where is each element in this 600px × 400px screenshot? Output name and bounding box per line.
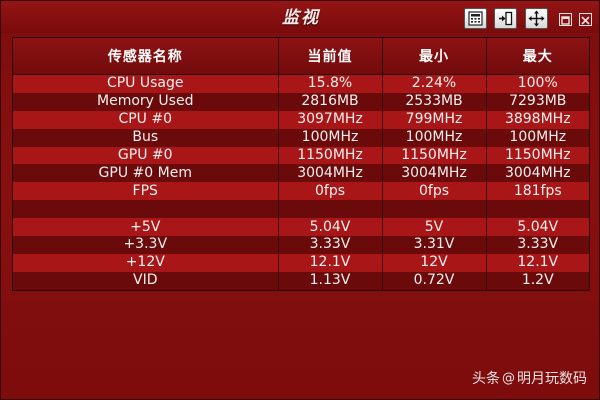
max-value-cell: 1.2V [486,271,589,290]
table-row[interactable]: GPU #0 1150MHz 1150MHz 1150MHz [13,146,589,165]
current-value-cell: 100MHz [278,128,383,147]
move-button[interactable] [525,8,548,29]
table-row[interactable]: GPU #0 Mem 3004MHz 3004MHz 3004MHz [13,164,589,183]
table-row-spacer [13,200,589,219]
table-row[interactable]: FPS 0fps 0fps 181fps [13,182,589,201]
current-value-cell: 5.04V [278,218,383,237]
table-row[interactable]: Bus 100MHz 100MHz 100MHz [13,128,589,147]
min-value-cell: 3.31V [382,236,487,254]
max-value-cell: 12.1V [486,253,589,272]
restore-icon [561,10,570,29]
header-sensor-name[interactable]: 传感器名称 [13,38,279,75]
header-current-value[interactable]: 当前值 [278,38,383,75]
sensor-name-cell: CPU #0 [13,110,279,129]
table-row[interactable]: CPU Usage 15.8% 2.24% 100% [13,74,589,93]
current-value-cell: 3004MHz [278,164,383,183]
min-value-cell: 12V [382,253,487,272]
current-value-cell: 0fps [278,182,383,201]
calculator-button[interactable] [464,8,487,29]
max-value-cell: 3.33V [486,236,589,254]
table-row[interactable]: Memory Used 2816MB 2533MB 7293MB [13,92,589,111]
title-bar[interactable]: 监视 [1,1,599,33]
move-icon [528,10,545,27]
monitor-window: 监视 传感器名称 当前值 最小 最大 CPU Usage 15.8% 2.24%… [0,0,600,400]
max-value-cell: 100MHz [486,128,589,147]
panel-expand-icon [498,11,513,26]
min-value-cell: 799MHz [382,110,487,129]
restore-button[interactable] [559,13,572,26]
table-row[interactable]: +3.3V 3.33V 3.31V 3.33V [13,236,589,254]
panel-expand-button[interactable] [494,8,517,29]
max-value-cell: 7293MB [486,92,589,111]
max-value-cell: 181fps [486,182,589,201]
sensor-name-cell: Memory Used [13,92,279,111]
table-header-row: 传感器名称 当前值 最小 最大 [13,38,589,75]
watermark: 头条 @ 明月玩数码 [472,368,587,388]
watermark-account: 明月玩数码 [517,371,587,387]
current-value-cell: 12.1V [278,253,383,272]
min-value-cell: 2.24% [382,74,487,93]
header-maximum[interactable]: 最大 [486,38,589,75]
table-row[interactable]: +5V 5.04V 5V 5.04V [13,218,589,237]
current-value-cell [278,200,383,219]
calculator-icon [468,11,483,26]
current-value-cell: 3.33V [278,236,383,254]
sensor-name-cell: FPS [13,182,279,201]
min-value-cell: 5V [382,218,487,237]
close-button[interactable] [579,13,592,26]
header-minimum[interactable]: 最小 [382,38,487,75]
watermark-at: @ [502,370,515,386]
min-value-cell: 0fps [382,182,487,201]
current-value-cell: 2816MB [278,92,383,111]
current-value-cell: 1150MHz [278,146,383,165]
max-value-cell [486,200,589,219]
sensor-name-cell: CPU Usage [13,74,279,93]
min-value-cell [382,200,487,219]
min-value-cell: 2533MB [382,92,487,111]
max-value-cell: 3898MHz [486,110,589,129]
max-value-cell: 3004MHz [486,164,589,183]
sensor-name-cell: VID [13,271,279,290]
table-row[interactable]: VID 1.13V 0.72V 1.2V [13,271,589,290]
table-row[interactable]: +12V 12.1V 12V 12.1V [13,253,589,272]
sensor-table: 传感器名称 当前值 最小 最大 CPU Usage 15.8% 2.24% 10… [13,38,589,290]
table-row[interactable]: CPU #0 3097MHz 799MHz 3898MHz [13,110,589,129]
sensor-name-cell: GPU #0 Mem [13,164,279,183]
watermark-brand: 头条 [472,371,500,387]
min-value-cell: 100MHz [382,128,487,147]
max-value-cell: 1150MHz [486,146,589,165]
sensor-name-cell: +3.3V [13,236,279,254]
sensor-name-cell: +12V [13,253,279,272]
sensor-name-cell: +5V [13,218,279,237]
sensor-name-cell: Bus [13,128,279,147]
current-value-cell: 1.13V [278,271,383,290]
max-value-cell: 5.04V [486,218,589,237]
sensor-name-cell [13,200,279,219]
max-value-cell: 100% [486,74,589,93]
min-value-cell: 1150MHz [382,146,487,165]
min-value-cell: 0.72V [382,271,487,290]
close-icon [581,10,590,29]
current-value-cell: 15.8% [278,74,383,93]
min-value-cell: 3004MHz [382,164,487,183]
current-value-cell: 3097MHz [278,110,383,129]
sensor-table-panel: 传感器名称 当前值 最小 最大 CPU Usage 15.8% 2.24% 10… [12,37,590,291]
sensor-name-cell: GPU #0 [13,146,279,165]
